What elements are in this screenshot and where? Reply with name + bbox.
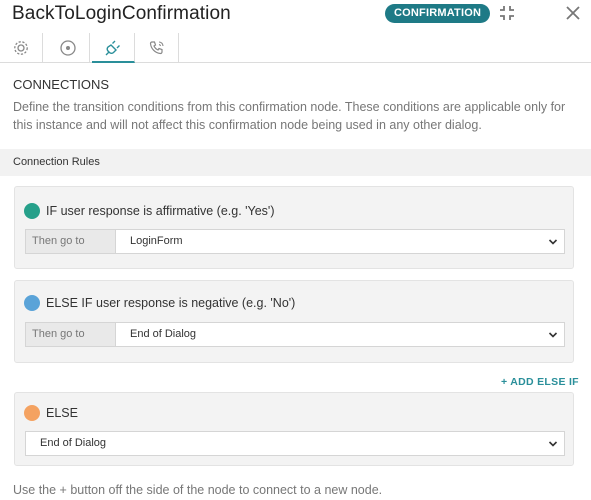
tab-target[interactable] xyxy=(47,33,90,62)
circle-target-icon xyxy=(60,40,76,56)
chevron-down-icon xyxy=(548,441,558,447)
goto-select-value: LoginForm xyxy=(130,235,183,247)
rule-condition-label: IF user response is affirmative (e.g. 'Y… xyxy=(46,204,275,218)
status-dot-blue xyxy=(24,295,40,311)
connections-description: Define the transition conditions from th… xyxy=(13,100,566,132)
tab-bar xyxy=(0,33,591,63)
add-else-if-button[interactable]: + ADD ELSE IF xyxy=(501,376,579,388)
then-go-to-label: Then go to xyxy=(26,230,116,253)
node-type-badge: CONFIRMATION xyxy=(385,4,491,23)
chevron-down-icon xyxy=(548,239,558,245)
page-title: BackToLoginConfirmation xyxy=(12,3,231,24)
tab-voice[interactable] xyxy=(136,33,179,62)
goto-select-value: End of Dialog xyxy=(130,328,197,340)
dialog-header: BackToLoginConfirmation CONFIRMATION xyxy=(0,0,591,32)
goto-select-else[interactable]: End of Dialog xyxy=(25,431,565,456)
then-go-to-label: Then go to xyxy=(26,323,116,346)
tab-connections[interactable] xyxy=(92,33,135,63)
plug-icon xyxy=(105,40,120,56)
collapse-icon[interactable] xyxy=(497,3,517,23)
connection-rules-header: Connection Rules xyxy=(0,149,591,176)
status-dot-orange xyxy=(24,405,40,421)
status-dot-green xyxy=(24,203,40,219)
footer-hint: Use the + button off the side of the nod… xyxy=(13,483,383,497)
goto-select-else-if[interactable]: Then go to End of Dialog xyxy=(25,322,565,347)
tab-settings[interactable] xyxy=(0,33,43,62)
connection-rules-label: Connection Rules xyxy=(13,156,100,168)
goto-select-value: End of Dialog xyxy=(40,437,107,449)
goto-select-if[interactable]: Then go to LoginForm xyxy=(25,229,565,254)
chevron-down-icon xyxy=(548,332,558,338)
rule-condition-label: ELSE xyxy=(46,406,78,420)
gear-icon xyxy=(14,41,28,55)
rule-card-if: IF user response is affirmative (e.g. 'Y… xyxy=(14,186,574,269)
rule-card-else: ELSE End of Dialog xyxy=(14,392,574,466)
phone-icon xyxy=(149,41,164,55)
connections-heading: CONNECTIONS xyxy=(13,77,110,92)
rule-condition-label: ELSE IF user response is negative (e.g. … xyxy=(46,296,296,310)
close-icon[interactable] xyxy=(563,3,583,23)
rule-card-else-if: ELSE IF user response is negative (e.g. … xyxy=(14,280,574,363)
